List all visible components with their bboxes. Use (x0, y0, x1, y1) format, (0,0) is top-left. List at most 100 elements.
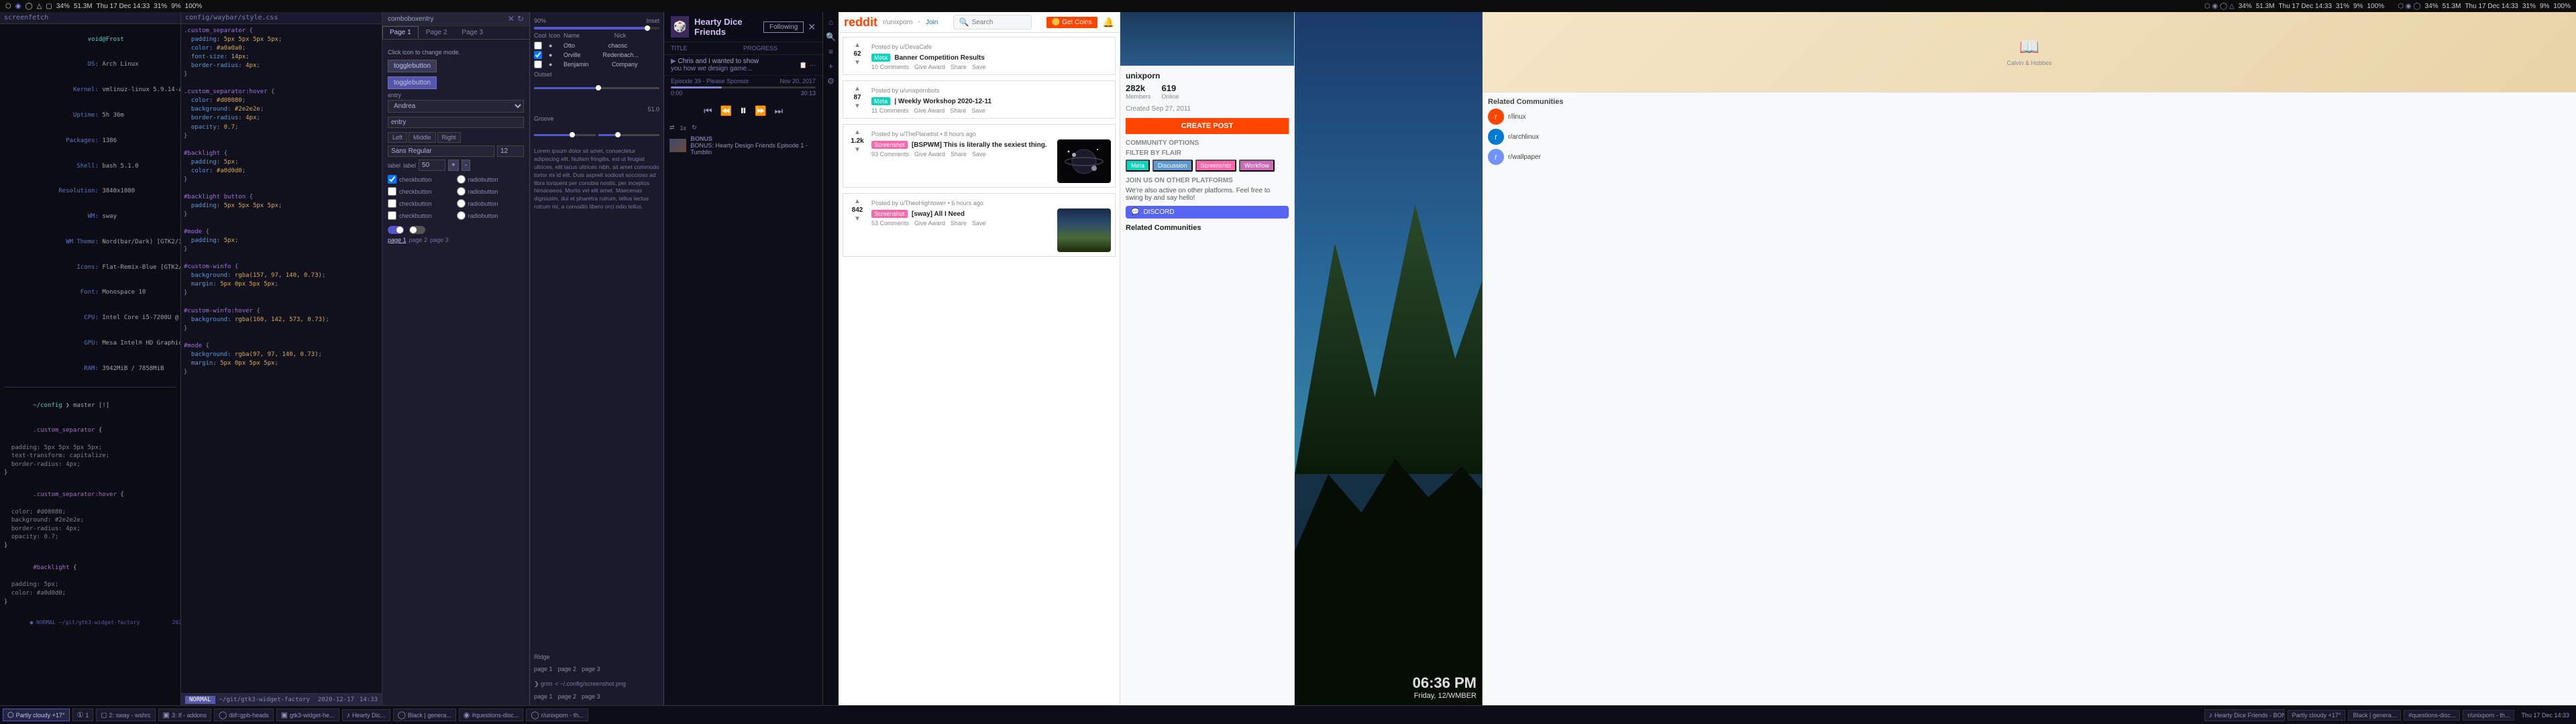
music-close-icon[interactable]: ✕ (808, 21, 816, 33)
flair-screenshot-btn[interactable]: Screenshot (1195, 160, 1237, 172)
downvote-2[interactable]: ▼ (854, 103, 861, 110)
post-1-comments[interactable]: 10 Comments (871, 64, 909, 70)
taskbar-right-5[interactable]: r/unixporn - th... (2463, 710, 2514, 721)
upvote-4[interactable]: ▲ (854, 198, 861, 205)
music-follow-button[interactable]: Following (763, 21, 804, 33)
widget-toggle-switch-2[interactable] (409, 226, 425, 234)
post-3-title[interactable]: [BSPWM] This is literally the sexiest th… (912, 141, 1047, 149)
music-progress-bar[interactable] (671, 86, 816, 88)
post-2-save[interactable]: Save (971, 107, 985, 114)
music-sidebar-feed-icon[interactable]: ≡ (828, 47, 833, 56)
outset-slider-container[interactable] (534, 80, 659, 101)
post-1-save[interactable]: Save (972, 64, 986, 70)
upvote-2[interactable]: ▲ (854, 85, 861, 93)
widget-tab-page1[interactable]: Page 1 (382, 26, 419, 39)
music-rewind-icon[interactable]: ⏪ (720, 105, 732, 117)
main-slider[interactable] (534, 27, 659, 29)
downvote-3[interactable]: ▼ (854, 146, 861, 154)
taskbar-item-4[interactable]: ▣ 3: lf - addons (158, 709, 211, 721)
post-1-flair[interactable]: Meta (871, 54, 890, 62)
discord-link[interactable]: 💬 DISCORD (1126, 206, 1289, 219)
music-play-icon[interactable]: ⏸ (740, 103, 747, 119)
groove-thumb-2[interactable] (615, 132, 621, 137)
widget-combo[interactable]: Andrea (388, 100, 524, 113)
widget-align-left[interactable]: Left (388, 132, 407, 143)
related-community-item-2[interactable]: r r/archlinux (1488, 129, 2571, 145)
widget-checkbox-4[interactable] (388, 211, 396, 220)
taskbar-item-5[interactable]: ◯ diif=gpb-heads (214, 709, 274, 721)
row1-check[interactable] (534, 42, 542, 50)
reddit-search-input[interactable] (972, 19, 1026, 26)
downvote-4[interactable]: ▼ (854, 215, 861, 223)
music-shuffle-icon[interactable]: ⇄ (669, 124, 675, 131)
widget-page-3[interactable]: page 3 (430, 237, 449, 243)
taskbar-item-7[interactable]: ♪ Hearty Dic... (342, 709, 390, 721)
music-repeat-icon[interactable]: ↻ (692, 124, 697, 131)
bottom-page-2b[interactable]: page 2 (558, 693, 577, 700)
reddit-subreddit-nav[interactable]: r/unixporn (883, 19, 912, 26)
widget-radio-4[interactable] (457, 211, 466, 220)
flair-meta-btn[interactable]: Meta (1126, 160, 1150, 172)
post-2-title[interactable]: | Weekly Workshop 2020-12-11 (894, 98, 991, 105)
post-4-comments[interactable]: 53 Comments (871, 220, 909, 227)
bottom-page-2[interactable]: page 2 (558, 666, 577, 672)
widget-page-1[interactable]: page 1 (388, 237, 407, 243)
post-3-save[interactable]: Save (972, 151, 986, 158)
widget-tab-page3[interactable]: Page 3 (454, 26, 490, 39)
music-sidebar-settings-icon[interactable]: ⚙ (827, 76, 835, 86)
music-progress-container[interactable]: 0:00 30:13 (664, 86, 822, 99)
widget-toggle-switch-1[interactable] (388, 226, 404, 234)
taskbar-right-2[interactable]: Partly cloudy +17° (2288, 710, 2346, 721)
upvote-1[interactable]: ▲ (854, 42, 861, 49)
downvote-1[interactable]: ▼ (854, 59, 861, 66)
music-options-icon[interactable]: ⋯ (810, 62, 816, 69)
post-3-share[interactable]: Share (951, 151, 967, 158)
taskbar-right-3[interactable]: Black | genera... (2348, 710, 2401, 721)
music-sidebar-search-icon[interactable]: 🔍 (826, 32, 836, 42)
post-4-flair[interactable]: Screenshot (871, 210, 908, 218)
music-forward-icon[interactable]: ⏩ (755, 105, 766, 117)
music-prev-icon[interactable]: ⏮ (704, 105, 712, 117)
taskbar-right-4[interactable]: #questions-disc... (2404, 710, 2460, 721)
row3-check[interactable] (534, 60, 542, 68)
post-4-share[interactable]: Share (951, 220, 967, 227)
post-4-save[interactable]: Save (972, 220, 986, 227)
post-2-flair[interactable]: Meta (871, 97, 890, 105)
row2-check[interactable] (534, 51, 542, 59)
upvote-3[interactable]: ▲ (854, 129, 861, 136)
widget-radio-1[interactable] (457, 175, 466, 184)
widget-align-right[interactable]: Right (437, 132, 461, 143)
widget-checkbox-2[interactable] (388, 187, 396, 196)
post-3-comments[interactable]: 93 Comments (871, 151, 909, 158)
code-editor-content[interactable]: .custom_separator { padding: 5px 5px 5px… (181, 24, 382, 693)
flair-discussion-btn[interactable]: Discussion (1152, 160, 1193, 172)
groove-thumb[interactable] (570, 132, 575, 137)
post-3-flair[interactable]: Screenshot (871, 141, 908, 149)
workspace-4[interactable]: ▢ (46, 3, 52, 10)
workspace-icon[interactable]: ⬡ (5, 3, 11, 10)
workspace-2[interactable]: ◯ (25, 3, 32, 10)
widget-align-middle[interactable]: Middle (409, 132, 436, 143)
widget-radio-2[interactable] (457, 187, 466, 196)
taskbar-item-3[interactable]: ◻ 2: sway - wshrc (96, 709, 155, 721)
widget-togglebutton-2[interactable]: togglebutton (388, 76, 437, 89)
bottom-page-3b[interactable]: page 3 (582, 693, 600, 700)
reddit-get-coins-btn[interactable]: 🪙 Get Coins (1046, 17, 1097, 28)
post-1-share[interactable]: Share (951, 64, 967, 70)
bottom-page-3[interactable]: page 3 (582, 666, 600, 672)
reddit-join-btn[interactable]: Join (926, 19, 938, 26)
widget-togglebutton-1[interactable]: togglebutton (388, 60, 437, 72)
slider-thumb[interactable] (645, 25, 650, 31)
widget-checkbox-1[interactable] (388, 175, 396, 184)
widget-spin-down[interactable]: - (462, 160, 470, 171)
post-4-title[interactable]: [sway] All I Need (912, 210, 965, 218)
post-1-title[interactable]: Banner Competition Results (894, 54, 984, 62)
widget-radio-3[interactable] (457, 199, 466, 208)
groove-slider-container[interactable] (534, 125, 659, 145)
outset-thumb[interactable] (596, 85, 601, 90)
taskbar-item-1[interactable]: ⬡ Partly cloudy +17° (3, 709, 70, 721)
music-sidebar-add-icon[interactable]: + (828, 62, 833, 71)
widget-spin-up[interactable]: + (448, 160, 459, 171)
taskbar-right-1[interactable]: ♪ Hearty Dice Friends - BONUS: Hearty De… (2204, 709, 2285, 721)
widget-refresh-icon[interactable]: ↻ (517, 14, 524, 23)
